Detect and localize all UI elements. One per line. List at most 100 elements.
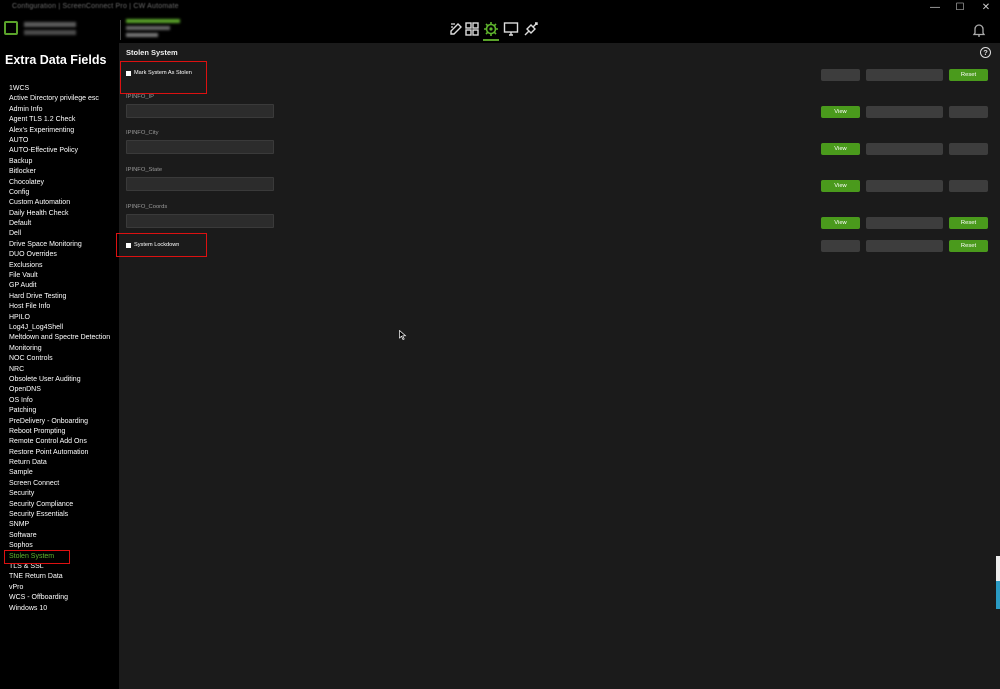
sidebar-item[interactable]: Security Essentials (9, 510, 110, 520)
scrollbar-fragment (996, 581, 1000, 609)
window-title: Configuration | ScreenConnect Pro | CW A… (12, 3, 179, 10)
sidebar-item[interactable]: Host File Info (9, 302, 110, 312)
sidebar-item[interactable]: Admin Info (9, 105, 110, 115)
disabled-button (866, 106, 943, 118)
client-name-redacted (24, 22, 76, 27)
disabled-button (866, 180, 943, 192)
sidebar-item[interactable]: AUTO (9, 136, 110, 146)
sidebar-item[interactable]: WCS - Offboarding (9, 593, 110, 603)
sidebar-item[interactable]: SNMP (9, 520, 110, 530)
sidebar-item[interactable]: NOC Controls (9, 354, 110, 364)
sidebar-item[interactable]: Security Compliance (9, 500, 110, 510)
view-button[interactable]: View (821, 180, 860, 192)
computer-name-redacted (24, 30, 76, 35)
close-button[interactable]: ✕ (973, 0, 999, 17)
field-label: IPINFO_State (126, 167, 163, 173)
disabled-button (949, 143, 988, 155)
sidebar-list: 1WCS Active Directory privilege esc Admin … (9, 84, 110, 614)
sidebar-item[interactable]: Log4J_Log4Shell (9, 323, 110, 333)
disabled-button (949, 106, 988, 118)
sidebar-item[interactable]: Software (9, 531, 110, 541)
sidebar-item[interactable]: Obsolete User Auditing (9, 375, 110, 385)
sidebar-item[interactable]: Hard Drive Testing (9, 292, 110, 302)
sidebar-item[interactable]: Patching (9, 406, 110, 416)
view-button[interactable]: View (821, 106, 860, 118)
sidebar-item[interactable]: OS Info (9, 396, 110, 406)
field-label: IPINFO_IP (126, 94, 155, 100)
sidebar-item[interactable]: Return Data (9, 458, 110, 468)
sidebar-item[interactable]: Sample (9, 468, 110, 478)
view-button[interactable]: View (821, 217, 860, 229)
sidebar-item[interactable]: Exclusions (9, 261, 110, 271)
sidebar-item[interactable]: PreDelivery - Onboarding (9, 417, 110, 427)
maximize-button[interactable]: ☐ (947, 0, 973, 17)
sidebar-item[interactable]: DUO Overrides (9, 250, 110, 260)
sidebar-item[interactable]: HPILO (9, 313, 110, 323)
ipinfo-city-input[interactable] (126, 140, 274, 154)
sidebar-item[interactable]: Screen Connect (9, 479, 110, 489)
sidebar-item[interactable]: Dell (9, 229, 110, 239)
status-redacted (126, 19, 180, 23)
reset-button[interactable]: Reset (949, 217, 988, 229)
plugin-icon[interactable] (523, 21, 539, 37)
sidebar-item[interactable]: Drive Space Monitoring (9, 240, 110, 250)
app-header (0, 17, 1000, 43)
sidebar-item[interactable]: Bitlocker (9, 167, 110, 177)
sidebar-item[interactable]: Security (9, 489, 110, 499)
main-panel: Stolen System ? Mark System As Stolen Re… (116, 43, 996, 689)
minimize-button[interactable]: — (922, 0, 948, 17)
reset-button[interactable]: Reset (949, 240, 988, 252)
sidebar-item[interactable]: Backup (9, 157, 110, 167)
sidebar-item[interactable]: Default (9, 219, 110, 229)
field-label: IPINFO_Coords (126, 204, 168, 210)
sidebar-item[interactable]: Reboot Prompting (9, 427, 110, 437)
sidebar-item[interactable]: Agent TLS 1.2 Check (9, 115, 110, 125)
sidebar: Extra Data Fields 1WCS Active Directory p… (0, 43, 119, 689)
sidebar-item[interactable]: Remote Control Add Ons (9, 437, 110, 447)
bell-icon[interactable] (971, 22, 987, 38)
disabled-button (949, 180, 988, 192)
scrollbar-fragment (996, 556, 1000, 581)
sidebar-item[interactable]: 1WCS (9, 84, 110, 94)
ipinfo-state-input[interactable] (126, 177, 274, 191)
gear-icon[interactable] (483, 21, 499, 37)
logo-icon (4, 21, 18, 35)
sidebar-item[interactable]: Active Directory privilege esc (9, 94, 110, 104)
disabled-button (821, 69, 860, 81)
sidebar-title: Extra Data Fields (5, 53, 107, 67)
sidebar-item[interactable]: Chocolatey (9, 178, 110, 188)
page-title: Stolen System (126, 48, 178, 57)
sidebar-item[interactable]: NRC (9, 365, 110, 375)
sidebar-item[interactable]: Windows 10 (9, 604, 110, 614)
sidebar-item[interactable]: Restore Point Automation (9, 448, 110, 458)
sidebar-item[interactable]: Custom Automation (9, 198, 110, 208)
annotation-highlight (4, 550, 70, 564)
sidebar-item[interactable]: File Vault (9, 271, 110, 281)
sidebar-item[interactable]: vPro (9, 583, 110, 593)
disabled-button (866, 217, 943, 229)
annotation-highlight (120, 61, 207, 94)
disabled-button (866, 240, 943, 252)
sidebar-item[interactable]: Daily Health Check (9, 209, 110, 219)
status-redacted (126, 33, 158, 37)
sidebar-item[interactable]: Meltdown and Spectre Detection (9, 333, 110, 343)
view-button[interactable]: View (821, 143, 860, 155)
ipinfo-ip-input[interactable] (126, 104, 274, 118)
sidebar-item[interactable]: Alex's Experimenting (9, 126, 110, 136)
reset-button[interactable]: Reset (949, 69, 988, 81)
sidebar-item[interactable]: TNE Return Data (9, 572, 110, 582)
sidebar-item[interactable]: Monitoring (9, 344, 110, 354)
ipinfo-coords-input[interactable] (126, 214, 274, 228)
sidebar-item[interactable]: GP Audit (9, 281, 110, 291)
help-icon[interactable]: ? (980, 47, 991, 58)
grid-icon[interactable] (464, 21, 480, 37)
sidebar-item[interactable]: OpenDNS (9, 385, 110, 395)
header-divider (120, 20, 121, 40)
disabled-button (866, 69, 943, 81)
disabled-button (821, 240, 860, 252)
active-tab-indicator (483, 39, 499, 41)
edit-icon[interactable] (448, 21, 464, 37)
sidebar-item[interactable]: AUTO-Effective Policy (9, 146, 110, 156)
monitor-icon[interactable] (503, 21, 519, 37)
sidebar-item[interactable]: Config (9, 188, 110, 198)
